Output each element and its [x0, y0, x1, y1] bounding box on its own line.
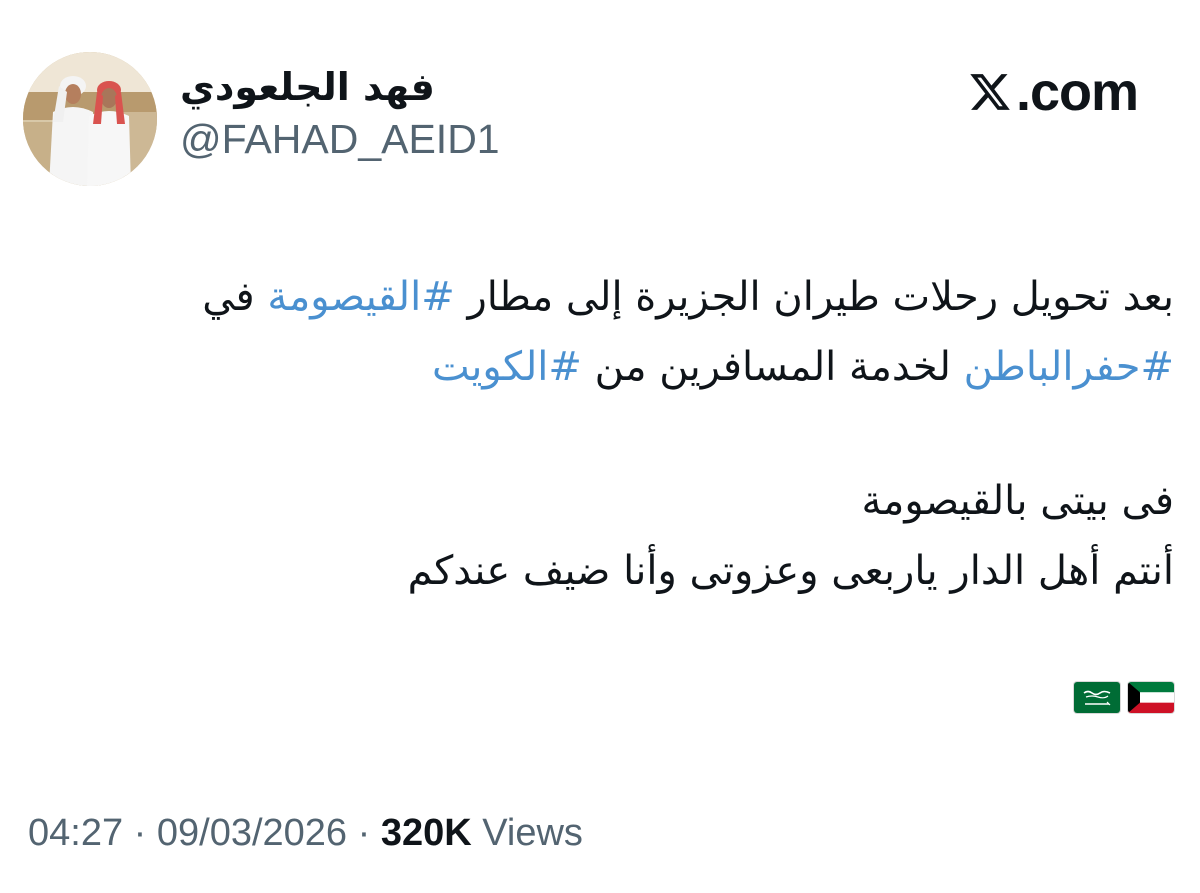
display-name[interactable]: فهد الجلعودي: [180, 62, 500, 112]
flag-emojis: [1074, 682, 1174, 713]
tweet-line-2: #حفرالباطن لخدمة المسافرين من #الكويت: [24, 332, 1174, 402]
tweet-meta: 04:27 · 09/03/2026 · 320K Views: [28, 808, 583, 858]
tweet-text: بعد تحويل رحلات طيران الجزيرة إلى مطار #…: [24, 262, 1174, 606]
tweet-time[interactable]: 04:27: [28, 812, 123, 854]
tweet-line-3: فى بيتى بالقيصومة: [861, 478, 1174, 524]
meta-separator: ·: [347, 812, 381, 854]
hashtag-link-kuwait[interactable]: #الكويت: [432, 344, 582, 390]
views-count[interactable]: 320K: [381, 812, 472, 854]
tweet-date[interactable]: 09/03/2026: [157, 812, 347, 854]
meta-separator: ·: [123, 812, 157, 854]
avatar[interactable]: [23, 52, 157, 186]
tweet-text-segment: لخدمة المسافرين من: [581, 344, 964, 390]
saudi-flag-icon: [1074, 682, 1120, 713]
author-identity: فهد الجلعودي @FAHAD_AEID1: [180, 62, 500, 164]
kuwait-flag-icon: [1128, 682, 1174, 713]
tweet-line-4: أنتم أهل الدار ياربعى وعزوتى وأنا ضيف عن…: [407, 548, 1174, 594]
x-logo-icon: [970, 74, 1010, 110]
tweet-header: فهد الجلعودي @FAHAD_AEID1 .com: [0, 0, 1200, 200]
tweet-text-segment: بعد تحويل رحلات طيران الجزيرة إلى مطار: [454, 274, 1174, 320]
tweet-text-segment: في: [202, 274, 268, 320]
tweet-line-1: بعد تحويل رحلات طيران الجزيرة إلى مطار #…: [24, 262, 1174, 332]
hashtag-link-qaisumah[interactable]: #القيصومة: [267, 274, 454, 320]
avatar-photo: [23, 52, 157, 186]
x-com-watermark: .com: [968, 60, 1139, 124]
views-label: Views: [471, 812, 583, 854]
x-com-text: .com: [1015, 62, 1139, 122]
user-handle[interactable]: @FAHAD_AEID1: [180, 114, 500, 164]
hashtag-link-hafr-albatin[interactable]: #حفرالباطن: [964, 344, 1174, 390]
